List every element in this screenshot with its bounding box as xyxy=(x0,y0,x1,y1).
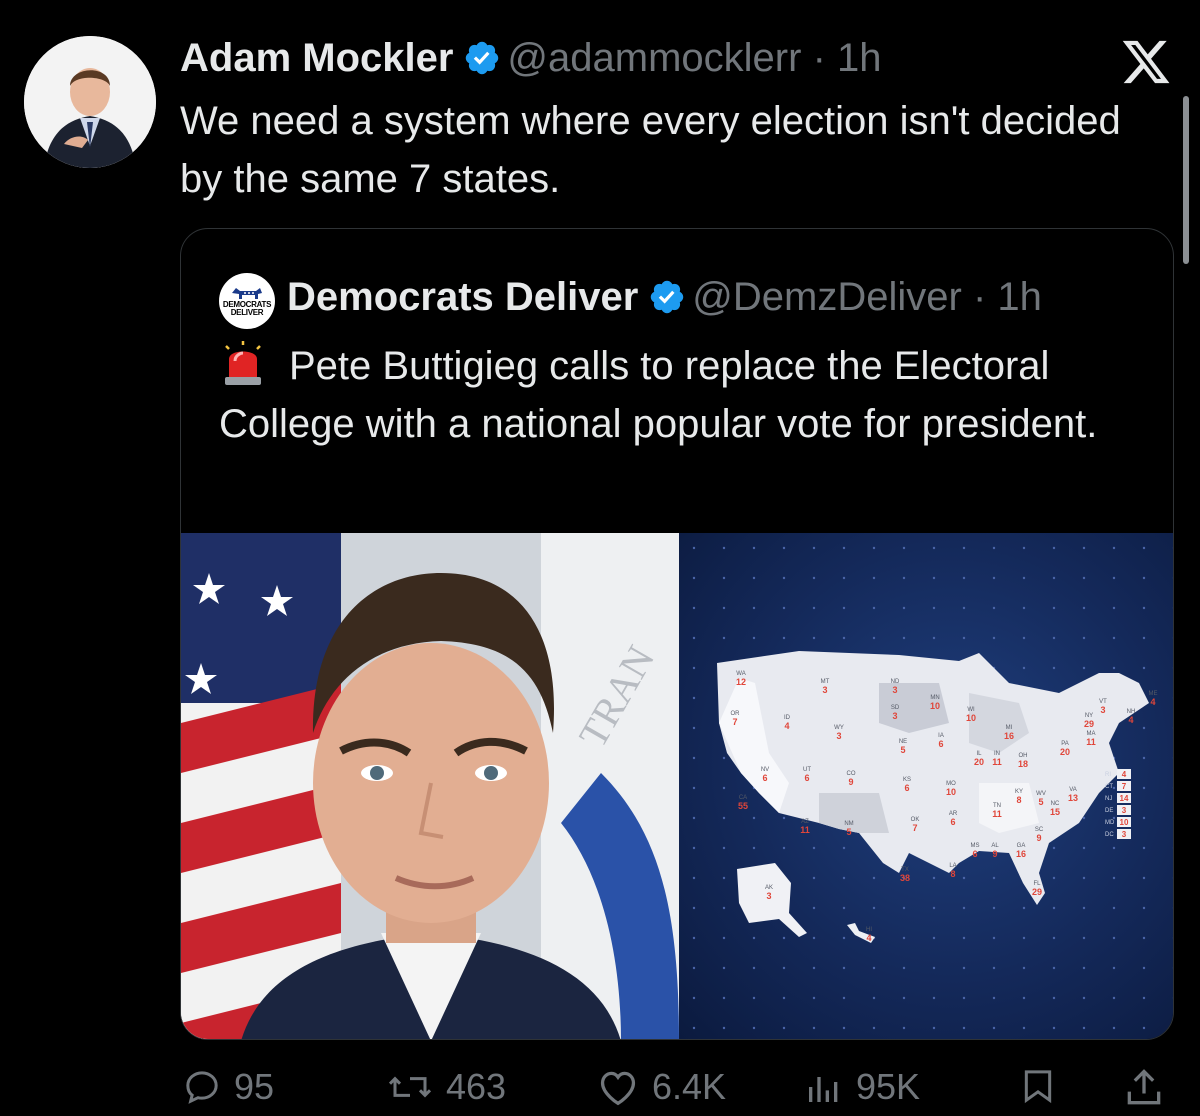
map-side-state: NJ xyxy=(1105,796,1112,802)
scrollbar[interactable] xyxy=(1183,96,1189,264)
bookmark-button[interactable] xyxy=(1018,1066,1070,1106)
map-state-votes: 15 xyxy=(1050,807,1060,817)
map-state-votes: 10 xyxy=(966,713,976,723)
donkey-logo-icon xyxy=(232,288,262,299)
map-state-votes: 6 xyxy=(904,783,909,793)
tweet-text: We need a system where every election is… xyxy=(180,99,1121,201)
map-state-votes: 6 xyxy=(938,739,943,749)
map-state-votes: 16 xyxy=(1016,849,1026,859)
electoral-map-image[interactable]: WA 12 MT 3 ND 3 MN 10 WI 10 MI 16 NY 29 VT 3 ME 4 OR 7 ID 4 WY… xyxy=(679,533,1173,1039)
repost-button[interactable]: 463 xyxy=(386,1066,506,1108)
quoted-media[interactable]: TRAN WA 12 MT 3 ND 3 MN 10 WI 10 MI 16 N… xyxy=(181,533,1173,1039)
map-side-state: CT xyxy=(1105,784,1113,790)
quoted-tweet-header: Democrats Deliver @DemzDeliver · 1h xyxy=(287,273,1042,321)
quoted-author-handle[interactable]: @DemzDeliver xyxy=(692,275,962,319)
map-state-votes: 4 xyxy=(1150,697,1155,707)
map-state-votes: 11 xyxy=(1086,737,1096,747)
map-state-votes: 9 xyxy=(848,777,853,787)
map-state-votes: 11 xyxy=(800,825,810,835)
like-button[interactable]: 6.4K xyxy=(596,1066,726,1108)
map-side-votes: 14 xyxy=(1120,794,1129,803)
map-state-votes: 5 xyxy=(1038,797,1043,807)
map-state-votes: 3 xyxy=(766,891,771,901)
quoted-tweet-text: Pete Buttigieg calls to replace the Elec… xyxy=(219,337,1149,453)
quoted-author-name[interactable]: Democrats Deliver xyxy=(287,275,638,319)
tweet-header: Adam Mockler @adammocklerr · 1h xyxy=(180,34,882,82)
map-state-votes: 3 xyxy=(1100,705,1105,715)
map-state-votes: 18 xyxy=(1018,759,1028,769)
map-state-votes: 11 xyxy=(992,757,1002,767)
map-state-votes: 8 xyxy=(950,869,955,879)
author-name[interactable]: Adam Mockler xyxy=(180,36,453,80)
verified-badge-icon xyxy=(651,280,684,314)
tweet-actions: 95 463 6.4K 95K xyxy=(0,1060,1200,1116)
quoted-tweet[interactable]: DEMOCRATS DELIVER Democrats Deliver @Demz… xyxy=(180,228,1174,1040)
map-state-votes: 10 xyxy=(930,701,940,711)
map-side-state: RI xyxy=(1105,772,1111,778)
siren-emoji-icon xyxy=(225,341,261,385)
map-side-votes: 7 xyxy=(1122,782,1127,791)
map-state-votes: 3 xyxy=(836,731,841,741)
map-side-votes: 4 xyxy=(1122,770,1127,779)
map-state-votes: 9 xyxy=(1036,833,1041,843)
x-logo-icon xyxy=(1122,40,1170,84)
map-side-votes: 3 xyxy=(1122,830,1127,839)
repost-count: 463 xyxy=(446,1066,507,1107)
quoted-author-avatar[interactable]: DEMOCRATS DELIVER xyxy=(219,273,275,329)
verified-badge-icon xyxy=(466,41,499,75)
map-state-votes: 6 xyxy=(972,849,977,859)
avatar-logo-text-2: DELIVER xyxy=(230,308,264,317)
map-state-votes: 10 xyxy=(946,787,956,797)
map-side-votes: 10 xyxy=(1120,818,1129,827)
views-count: 95K xyxy=(856,1066,921,1107)
map-state-votes: 3 xyxy=(822,685,827,695)
map-state-votes: 4 xyxy=(1128,715,1133,725)
map-state-votes: 38 xyxy=(900,873,910,883)
author-avatar[interactable] xyxy=(24,36,156,168)
quoted-tweet-time[interactable]: · 1h xyxy=(973,275,1042,319)
map-state-votes: 29 xyxy=(1084,719,1094,729)
map-side-votes: 3 xyxy=(1122,806,1127,815)
map-state-votes: 5 xyxy=(900,745,905,755)
bookmark-icon xyxy=(1024,1070,1052,1104)
reply-count: 95 xyxy=(234,1066,275,1107)
views-icon xyxy=(809,1077,838,1102)
map-state-votes: 55 xyxy=(738,801,748,811)
map-state-votes: 9 xyxy=(992,849,997,859)
tweet-time[interactable]: · 1h xyxy=(813,36,882,80)
map-state-votes: 29 xyxy=(1032,887,1042,897)
map-state-votes: 11 xyxy=(992,809,1002,819)
map-state-votes: 20 xyxy=(1060,747,1070,757)
map-state-votes: 6 xyxy=(762,773,767,783)
share-button[interactable] xyxy=(1122,1066,1178,1110)
views-button[interactable]: 95K xyxy=(804,1066,920,1108)
map-state-votes: 6 xyxy=(804,773,809,783)
map-state-votes: 16 xyxy=(1004,731,1014,741)
map-side-state: DC xyxy=(1105,832,1114,838)
map-state-votes: 20 xyxy=(974,757,984,767)
map-state-votes: 7 xyxy=(912,823,917,833)
portrait-photo[interactable]: TRAN xyxy=(181,533,679,1039)
repost-icon xyxy=(388,1076,432,1098)
like-count: 6.4K xyxy=(652,1066,727,1107)
map-state-votes: 6 xyxy=(950,817,955,827)
map-side-state: MD xyxy=(1105,820,1115,826)
map-side-state: DE xyxy=(1105,808,1113,814)
map-state-votes: 13 xyxy=(1068,793,1078,803)
map-state-votes: 4 xyxy=(866,933,871,943)
map-state-votes: 3 xyxy=(892,711,897,721)
map-state-votes: 5 xyxy=(846,827,851,837)
map-state-votes: 4 xyxy=(784,721,789,731)
like-icon xyxy=(600,1071,636,1106)
reply-button[interactable]: 95 xyxy=(182,1066,274,1108)
map-state-votes: 3 xyxy=(892,685,897,695)
quoted-tweet-body: Pete Buttigieg calls to replace the Elec… xyxy=(219,344,1098,446)
reply-icon xyxy=(186,1071,218,1104)
author-handle[interactable]: @adammocklerr xyxy=(507,36,801,80)
map-state-votes: 8 xyxy=(1016,795,1021,805)
map-state-votes: 7 xyxy=(732,717,737,727)
map-state-votes: 12 xyxy=(736,677,746,687)
share-icon xyxy=(1127,1069,1161,1105)
